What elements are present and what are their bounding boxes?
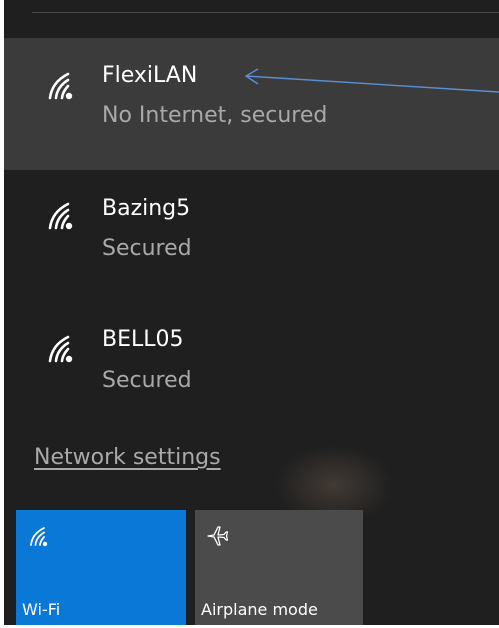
wifi-signal-icon — [48, 335, 73, 363]
flyout-header — [4, 0, 499, 38]
airplane-mode-tile[interactable]: Airplane mode — [195, 510, 363, 625]
network-item-bell05[interactable]: BELL05 Secured — [4, 303, 499, 435]
network-name: FlexiLAN — [102, 63, 198, 88]
network-name: BELL05 — [102, 327, 184, 352]
wifi-tile-label: Wi-Fi — [22, 600, 61, 619]
network-item-bazing5[interactable]: Bazing5 Secured — [4, 170, 499, 302]
wifi-icon — [30, 527, 48, 547]
network-status: No Internet, secured — [102, 103, 328, 128]
wifi-signal-icon — [48, 72, 73, 100]
network-flyout: FlexiLAN No Internet, secured Bazing5 Se… — [4, 0, 499, 625]
network-name: Bazing5 — [102, 196, 191, 221]
airplane-tile-label: Airplane mode — [201, 600, 318, 619]
divider — [32, 12, 499, 13]
wifi-signal-icon — [48, 202, 73, 230]
network-status: Secured — [102, 368, 192, 393]
airplane-icon — [207, 526, 229, 546]
network-status: Secured — [102, 236, 192, 261]
network-item-flexilan[interactable]: FlexiLAN No Internet, secured — [4, 38, 499, 170]
network-settings-link[interactable]: Network settings — [34, 445, 221, 470]
wifi-toggle-tile[interactable]: Wi-Fi — [16, 510, 186, 625]
